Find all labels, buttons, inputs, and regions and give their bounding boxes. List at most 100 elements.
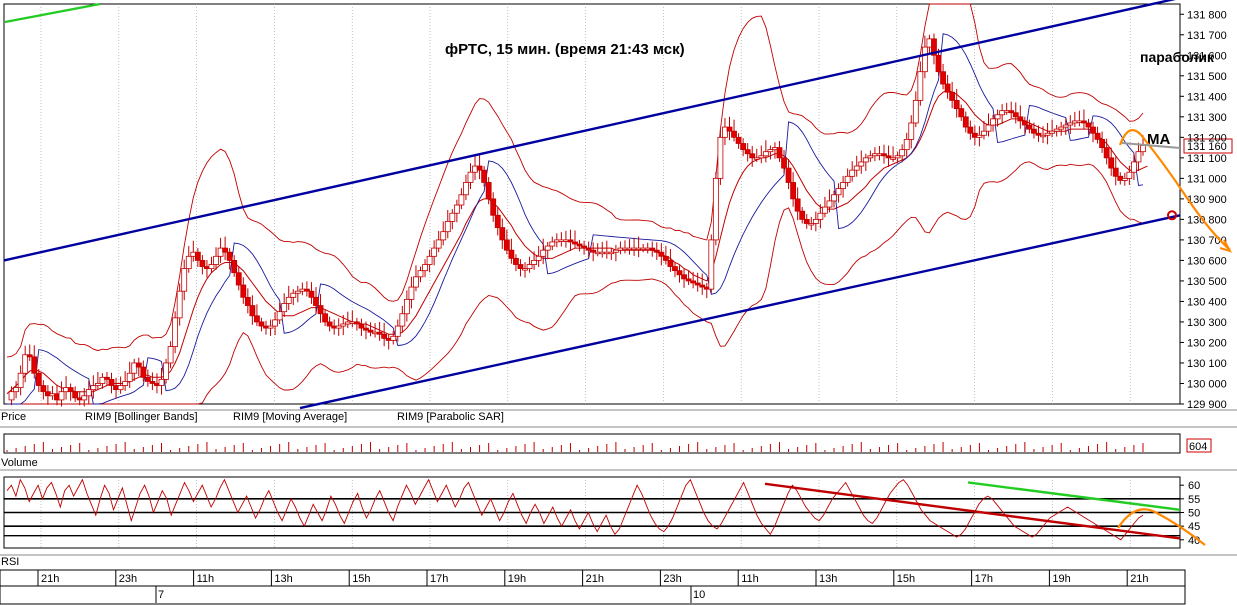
candle-body-up — [549, 241, 556, 247]
rsi-panel-label: RSI — [1, 556, 19, 568]
candle-body-up — [1131, 161, 1137, 173]
time-tick-label: 11h — [741, 573, 759, 585]
candle-body-down — [35, 372, 42, 386]
legend-bollinger: RIM9 [Bollinger Bands] — [85, 411, 198, 423]
candle-body-down — [494, 214, 501, 228]
candle-body-up — [163, 362, 169, 380]
candle-body-up — [531, 260, 538, 265]
time-tick-label: 21h — [41, 573, 59, 585]
price-tick-label: 130 400 — [1187, 296, 1227, 308]
candle-body-down — [658, 251, 665, 257]
candle-body-up — [122, 381, 129, 386]
price-tick-label: 129 900 — [1187, 399, 1227, 411]
candle-body-down — [72, 391, 79, 399]
candle-body-down — [781, 157, 787, 169]
candle-body-up — [13, 387, 19, 393]
price-tick-label: 130 600 — [1187, 255, 1227, 267]
candle-body-up — [917, 71, 924, 101]
time-tick-label: 19h — [1052, 573, 1070, 585]
candle-body-up — [158, 378, 165, 386]
candle-body-down — [949, 91, 956, 101]
candle-body-up — [526, 264, 533, 270]
candle-body-down — [226, 251, 233, 261]
price-chart[interactable]: фРТС, 15 мин. (время 21:43 мск) параболи… — [0, 0, 1237, 605]
candle-body-up — [394, 325, 401, 337]
candle-body-down — [940, 71, 946, 85]
time-tick-label: 13h — [819, 573, 837, 585]
candle-body-up — [985, 124, 992, 132]
candle-body-down — [662, 255, 669, 261]
candle-body-down — [258, 321, 265, 327]
candle-body-up — [176, 290, 183, 319]
time-tick-label: 19h — [508, 573, 526, 585]
candle-body-up — [535, 255, 542, 261]
candle-body-up — [822, 206, 828, 214]
time-tick-label: 15h — [352, 573, 370, 585]
candle-body-up — [449, 212, 456, 222]
candle-body-up — [90, 385, 97, 391]
candle-body-up — [22, 354, 29, 374]
rsi-tick-label: 50 — [1188, 508, 1200, 520]
candle-body-up — [440, 231, 447, 241]
candle-body-down — [776, 147, 783, 159]
time-tick-label: 23h — [119, 573, 137, 585]
candle-body-down — [967, 126, 974, 134]
candle-body-down — [1099, 138, 1106, 148]
time-tick-label: 21h — [1130, 573, 1148, 585]
candle-body-up — [408, 286, 415, 300]
candle-body-up — [840, 182, 846, 190]
current-volume-label: 604 — [1189, 441, 1207, 453]
candle-body-down — [513, 257, 519, 265]
candle-body-down — [254, 315, 260, 323]
candle-body-up — [717, 136, 724, 179]
candle-body-down — [244, 296, 251, 306]
candle-body-up — [1140, 145, 1146, 153]
time-tick-label: 17h — [430, 573, 448, 585]
candle-body-down — [672, 266, 678, 272]
price-tick-label: 131 300 — [1187, 112, 1227, 124]
candle-body-down — [358, 323, 365, 329]
candle-body-up — [172, 317, 179, 347]
candle-body-up — [285, 296, 292, 304]
candle-body-up — [435, 239, 442, 249]
candle-body-up — [399, 313, 406, 327]
rsi-tick-label: 45 — [1188, 521, 1200, 533]
price-tick-label: 130 300 — [1187, 317, 1227, 329]
candle-body-down — [381, 333, 388, 339]
candle-body-down — [799, 210, 806, 220]
candle-body-up — [817, 212, 824, 220]
candle-body-down — [1108, 157, 1115, 169]
candle-body-down — [681, 274, 687, 280]
candle-body-down — [308, 290, 315, 298]
candle-body-down — [508, 249, 515, 259]
candle-body-down — [726, 126, 733, 132]
price-panel-label: Price — [1, 411, 26, 423]
chart-background — [0, 0, 1237, 605]
candle-body-up — [463, 182, 469, 196]
candle-body-down — [749, 153, 756, 159]
candle-body-up — [458, 194, 465, 206]
rsi-tick-label: 55 — [1188, 494, 1200, 506]
candle-body-up — [208, 264, 215, 270]
candle-body-down — [1017, 116, 1024, 122]
candle-body-down — [235, 272, 242, 286]
time-tick-label: 23h — [663, 573, 681, 585]
candle-body-down — [485, 182, 492, 200]
time-tick-label: 13h — [274, 573, 292, 585]
day-tick-label: 10 — [693, 589, 705, 601]
candle-body-down — [1012, 112, 1019, 118]
candle-body-down — [31, 356, 38, 374]
candle-body-up — [835, 188, 842, 196]
candle-body-up — [853, 165, 860, 171]
candle-body-up — [712, 177, 719, 241]
candle-body-up — [544, 245, 551, 251]
legend-moving-average: RIM9 [Moving Average] — [233, 411, 347, 423]
candle-body-up — [708, 239, 715, 290]
candle-body-down — [249, 305, 256, 317]
candle-body-down — [194, 251, 201, 261]
candle-body-up — [903, 138, 910, 151]
candle-body-up — [826, 200, 833, 208]
candle-body-up — [167, 346, 174, 364]
time-tick-label: 15h — [897, 573, 915, 585]
candle-body-down — [240, 284, 247, 298]
